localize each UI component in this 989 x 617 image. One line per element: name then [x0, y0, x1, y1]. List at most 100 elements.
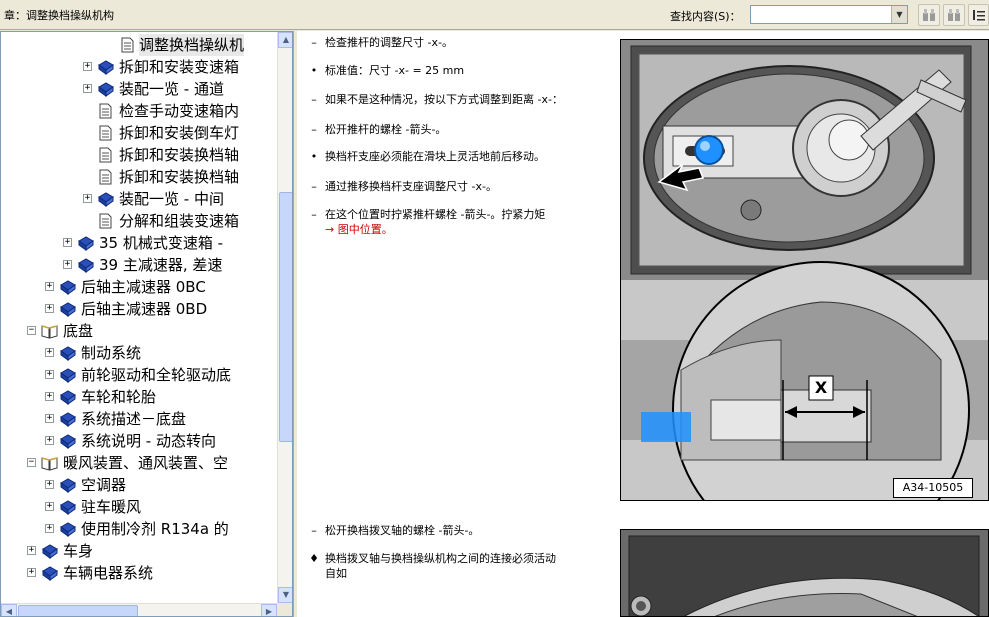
chapter-title: 章：调整换档操纵机构: [4, 9, 114, 22]
step-marker: –: [311, 180, 317, 193]
find-next-button[interactable]: [943, 4, 965, 26]
expand-icon[interactable]: +: [45, 392, 54, 401]
step-text: 在这个位置时拧紧推杆螺栓 -箭头-。拧紧力矩: [325, 208, 546, 221]
step-text: 松开推杆的螺栓 -箭头-。: [325, 123, 447, 136]
tree-item[interactable]: + 车身: [1, 540, 277, 562]
book-icon: [98, 60, 114, 75]
expand-icon[interactable]: +: [45, 480, 54, 489]
open-book-icon: [41, 457, 58, 471]
collapse-icon[interactable]: −: [27, 326, 36, 335]
tree-item[interactable]: + 驻车暖风: [1, 496, 277, 518]
tree-item[interactable]: +39 主减速器, 差速: [1, 254, 277, 276]
tree-item[interactable]: 检查手动变速箱内: [1, 100, 277, 122]
tree-item[interactable]: + 系统描述－底盘: [1, 408, 277, 430]
expand-icon[interactable]: +: [83, 62, 92, 71]
chevron-down-icon[interactable]: ▼: [891, 6, 907, 23]
tree-item[interactable]: + 装配一览 - 通道: [1, 78, 277, 100]
step-marker: •: [310, 150, 318, 163]
tree-item-label: 车轮和轮胎: [81, 388, 157, 406]
list-button[interactable]: [968, 4, 989, 26]
tree-item-label: 使用制冷剂 R134a 的: [81, 520, 229, 538]
step-text: 检查推杆的调整尺寸 -x-。: [325, 36, 453, 49]
book-icon: [42, 544, 58, 559]
app-window: 章：调整换档操纵机构 查找内容(S)： ▼ 调整换档操纵机 + 拆卸和安装变速箱…: [0, 0, 989, 617]
find-previous-button[interactable]: [918, 4, 940, 26]
figure-illustration-2: [621, 530, 988, 616]
tree-item[interactable]: + 后轴主减速器 0BC: [1, 276, 277, 298]
book-icon: [60, 390, 76, 405]
expand-icon[interactable]: +: [63, 238, 72, 247]
vertical-scroll-thumb[interactable]: [279, 192, 292, 442]
horizontal-scroll-thumb[interactable]: [18, 605, 138, 616]
search-input[interactable]: [751, 9, 891, 26]
expand-icon[interactable]: +: [27, 568, 36, 577]
step-marker: •: [310, 64, 318, 77]
tree-item[interactable]: + 车辆电器系统: [1, 562, 277, 584]
expand-icon[interactable]: +: [45, 524, 54, 533]
step-marker: –: [311, 208, 317, 221]
tree-item[interactable]: + 空调器: [1, 474, 277, 496]
scroll-left-icon[interactable]: ◀: [1, 604, 17, 616]
find-next-icon: [948, 9, 960, 21]
expand-icon[interactable]: +: [27, 546, 36, 555]
tree-item[interactable]: 调整换档操纵机: [1, 34, 277, 56]
search-label: 查找内容(S)：: [670, 10, 741, 23]
book-icon: [60, 478, 76, 493]
tree-item[interactable]: + 后轴主减速器 0BD: [1, 298, 277, 320]
tree-item[interactable]: + 装配一览 - 中间: [1, 188, 277, 210]
expand-icon[interactable]: +: [83, 194, 92, 203]
tree-item[interactable]: 拆卸和安装倒车灯: [1, 122, 277, 144]
tree-item[interactable]: + 前轮驱动和全轮驱动底: [1, 364, 277, 386]
collapse-icon[interactable]: −: [27, 458, 36, 467]
search-combobox[interactable]: ▼: [750, 5, 908, 26]
tree-item[interactable]: + 使用制冷剂 R134a 的: [1, 518, 277, 540]
book-icon: [98, 192, 114, 207]
step-text: 松开换档拨叉轴的螺栓 -箭头-。: [325, 524, 480, 537]
book-icon: [60, 280, 76, 295]
expand-icon[interactable]: +: [45, 282, 54, 291]
book-icon: [60, 500, 76, 515]
find-previous-icon: [923, 9, 935, 21]
book-icon: [60, 434, 76, 449]
tree-item[interactable]: + 制动系统: [1, 342, 277, 364]
step-text: 标准值：尺寸 -x- = 25 mm: [325, 64, 465, 77]
tree-item-label: 拆卸和安装变速箱: [119, 58, 240, 76]
step-marker: –: [311, 524, 317, 537]
expand-icon[interactable]: +: [45, 436, 54, 445]
book-icon: [78, 236, 94, 251]
tree-item[interactable]: 拆卸和安装换档轴: [1, 144, 277, 166]
expand-icon[interactable]: +: [45, 370, 54, 379]
tree-item[interactable]: + 拆卸和安装变速箱: [1, 56, 277, 78]
horizontal-scrollbar[interactable]: ◀ ▶: [1, 603, 277, 616]
expand-icon[interactable]: +: [45, 304, 54, 313]
tree-item-label: 分解和组装变速箱: [119, 212, 240, 230]
tree-item[interactable]: + 车轮和轮胎: [1, 386, 277, 408]
page-icon: [121, 37, 134, 53]
tree-item[interactable]: 分解和组装变速箱: [1, 210, 277, 232]
scroll-down-icon[interactable]: ▼: [278, 587, 292, 603]
scroll-right-icon[interactable]: ▶: [261, 604, 277, 616]
tree-item-label: 暖风装置、通风装置、空: [63, 454, 229, 472]
tree-item[interactable]: − 暖风装置、通风装置、空: [1, 452, 277, 474]
step-text: 如果不是这种情况，按以下方式调整到距离 -x-：: [325, 93, 563, 106]
tree-item[interactable]: + 系统说明 - 动态转向: [1, 430, 277, 452]
expand-icon[interactable]: +: [45, 348, 54, 357]
expand-icon[interactable]: +: [45, 502, 54, 511]
expand-icon[interactable]: +: [45, 414, 54, 423]
book-icon: [78, 258, 94, 273]
book-icon: [98, 82, 114, 97]
book-icon: [60, 302, 76, 317]
tree-item[interactable]: +35 机械式变速箱 -: [1, 232, 277, 254]
figure-shift-fork: [620, 529, 989, 617]
step-text: 换档拨叉轴与换档操纵机构之间的连接必须活动: [325, 552, 556, 565]
tree-item-label: 车辆电器系统: [63, 564, 154, 582]
tree-item[interactable]: 拆卸和安装换档轴: [1, 166, 277, 188]
scroll-up-icon[interactable]: ▲: [278, 32, 292, 48]
vertical-scrollbar[interactable]: ▲ ▼: [277, 32, 292, 603]
tree-item[interactable]: − 底盘: [1, 320, 277, 342]
expand-icon[interactable]: +: [83, 84, 92, 93]
open-book-icon: [41, 325, 58, 339]
expand-icon[interactable]: +: [63, 260, 72, 269]
tree-item-label: 空调器: [81, 476, 127, 494]
figure-position-link[interactable]: → 图中位置。: [325, 223, 393, 236]
